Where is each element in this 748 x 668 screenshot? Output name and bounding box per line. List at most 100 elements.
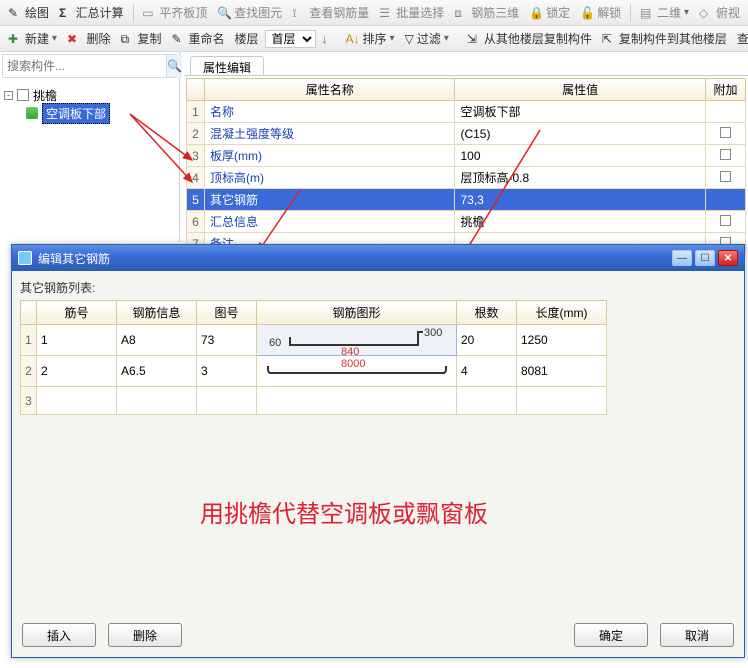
dialog-body: 其它钢筋列表: 筋号 钢筋信息 图号 钢筋图形 根数 长度(mm) 1 1 A8…: [12, 271, 744, 657]
tree-child[interactable]: 空调板下部: [4, 104, 175, 122]
tb-delete[interactable]: ✖ 删除: [63, 28, 114, 49]
rebar-list-label: 其它钢筋列表:: [20, 279, 736, 296]
tb-filter[interactable]: ▽过滤▾: [401, 28, 453, 49]
rebar-row[interactable]: 2 2 A6.5 3 8000 4 8081: [21, 356, 607, 387]
dialog-icon: [18, 251, 32, 265]
prop-row[interactable]: 4顶标高(m)层顶标高-0.8: [187, 167, 746, 189]
col-prop-add: 附加: [705, 79, 745, 101]
tb-view-rebar[interactable]: ⟟查看钢筋量: [288, 2, 373, 23]
shape-cell[interactable]: 60 300 840: [257, 325, 457, 356]
unlock-icon: 🔓: [580, 6, 594, 20]
col-count: 根数: [457, 301, 517, 325]
prop-row[interactable]: 5其它钢筋73,3: [187, 189, 746, 211]
tb-find-el[interactable]: 🔍查找图元: [213, 2, 286, 23]
prop-add-checkbox[interactable]: [705, 211, 745, 233]
tb-new[interactable]: ✚新建▾: [4, 28, 61, 49]
search-input[interactable]: [3, 55, 166, 77]
tb-2d[interactable]: ▤二维▾: [636, 2, 693, 23]
ok-button[interactable]: 确定: [574, 623, 648, 647]
left-pane: 🔍 - 挑檐 空调板下部: [0, 52, 180, 242]
annotation-note: 用挑檐代替空调板或飘窗板: [200, 494, 488, 529]
prop-add-checkbox[interactable]: [705, 101, 745, 123]
doc-icon: [17, 89, 29, 101]
tb-flat[interactable]: ▭平齐板顶: [138, 2, 211, 23]
collapse-icon[interactable]: -: [4, 91, 13, 100]
maximize-button[interactable]: ☐: [695, 250, 715, 266]
insert-button[interactable]: 插入: [22, 623, 96, 647]
tb-copy-to[interactable]: ⇱复制构件到其他楼层: [598, 28, 731, 49]
col-idx: 筋号: [37, 301, 117, 325]
prop-row[interactable]: 1名称空调板下部: [187, 101, 746, 123]
tb-rename[interactable]: ✎重命名: [167, 28, 228, 49]
iso-icon: ◇: [699, 6, 713, 20]
tb-batch-sel[interactable]: ☰批量选择: [375, 2, 448, 23]
tb-unlock[interactable]: 🔓解锁: [576, 2, 625, 23]
shape-cell[interactable]: 8000: [257, 356, 457, 387]
dialog-footer: 插入 删除 确定 取消: [22, 623, 734, 647]
col-info: 钢筋信息: [117, 301, 197, 325]
rebar-row[interactable]: 1 1 A8 73 60 300 840 20 1250: [21, 325, 607, 356]
tb-lock[interactable]: 🔒锁定: [525, 2, 574, 23]
prop-value[interactable]: (C15): [455, 123, 705, 145]
rebar-grid: 筋号 钢筋信息 图号 钢筋图形 根数 长度(mm) 1 1 A8 73 60 3…: [20, 300, 607, 415]
dialog-title-text: 编辑其它钢筋: [38, 250, 110, 267]
prop-value[interactable]: 100: [455, 145, 705, 167]
draw-icon: ✎: [8, 6, 22, 20]
tree-child-label: 空调板下部: [42, 103, 110, 124]
tb-sort[interactable]: A↓排序▾: [342, 28, 399, 49]
tb-sum[interactable]: Σ 汇总计算: [55, 2, 128, 23]
cube-icon: ⧈: [454, 6, 468, 20]
search-icon: 🔍: [167, 59, 182, 73]
floor-select[interactable]: 首层: [265, 30, 316, 48]
toolbar-row-1: ✎绘图 Σ 汇总计算 ▭平齐板顶 🔍查找图元 ⟟查看钢筋量 ☰批量选择 ⧈钢筋三…: [0, 0, 748, 26]
prop-add-checkbox[interactable]: [705, 145, 745, 167]
prop-value[interactable]: 层顶标高-0.8: [455, 167, 705, 189]
prop-value[interactable]: 空调板下部: [455, 101, 705, 123]
rebar-row[interactable]: 3: [21, 387, 607, 415]
prop-row[interactable]: 6汇总信息挑檐: [187, 211, 746, 233]
right-pane: 属性编辑 属性名称 属性值 附加 1名称空调板下部2混凝土强度等级(C15)3板…: [184, 52, 748, 255]
tb-copy-from[interactable]: ⇲从其他楼层复制构件: [463, 28, 596, 49]
funnel-icon: ▽: [405, 32, 414, 46]
close-button[interactable]: ✕: [718, 250, 738, 266]
prop-add-checkbox[interactable]: [705, 123, 745, 145]
rename-icon: ✎: [171, 32, 185, 46]
new-icon: ✚: [8, 32, 22, 46]
copy-icon: ⧉: [120, 32, 134, 46]
prop-value[interactable]: 挑檐: [455, 211, 705, 233]
tab-strip: 属性编辑: [184, 52, 748, 76]
prop-name: 其它钢筋: [205, 189, 455, 211]
tb-more[interactable]: 查: [733, 28, 748, 49]
prop-add-checkbox[interactable]: [705, 189, 745, 211]
view2d-icon: ▤: [640, 6, 654, 20]
prop-name: 汇总信息: [205, 211, 455, 233]
edit-other-rebar-dialog: 编辑其它钢筋 — ☐ ✕ 其它钢筋列表: 筋号 钢筋信息 图号 钢筋图形 根数 …: [11, 244, 745, 658]
floor-label: 楼层: [231, 28, 263, 49]
cancel-button[interactable]: 取消: [660, 623, 734, 647]
col-shape: 钢筋图形: [257, 301, 457, 325]
tb-copy[interactable]: ⧉复制: [116, 28, 165, 49]
prop-name: 混凝土强度等级: [205, 123, 455, 145]
lock-icon: 🔒: [529, 6, 543, 20]
tree-root-label: 挑檐: [33, 87, 57, 104]
copyfrom-icon: ⇲: [467, 32, 481, 46]
prop-value[interactable]: 73,3: [455, 189, 705, 211]
tb-rebar-3d[interactable]: ⧈钢筋三维: [450, 2, 523, 23]
search-button[interactable]: 🔍: [166, 55, 182, 77]
prop-name: 板厚(mm): [205, 145, 455, 167]
prop-row[interactable]: 3板厚(mm)100: [187, 145, 746, 167]
prop-row[interactable]: 2混凝土强度等级(C15): [187, 123, 746, 145]
tb-sort-dd[interactable]: ↓: [318, 30, 332, 48]
minimize-button[interactable]: —: [672, 250, 692, 266]
tb-iso[interactable]: ◇俯视: [695, 2, 744, 23]
col-drawno: 图号: [197, 301, 257, 325]
tab-attr-edit[interactable]: 属性编辑: [190, 56, 264, 75]
flat-icon: ▭: [142, 6, 156, 20]
tb-draw[interactable]: ✎绘图: [4, 2, 53, 23]
delete-button[interactable]: 删除: [108, 623, 182, 647]
prop-add-checkbox[interactable]: [705, 167, 745, 189]
tree-root[interactable]: - 挑檐: [4, 86, 175, 104]
copyto-icon: ⇱: [602, 32, 616, 46]
component-icon: [26, 107, 38, 119]
col-prop-value: 属性值: [455, 79, 705, 101]
